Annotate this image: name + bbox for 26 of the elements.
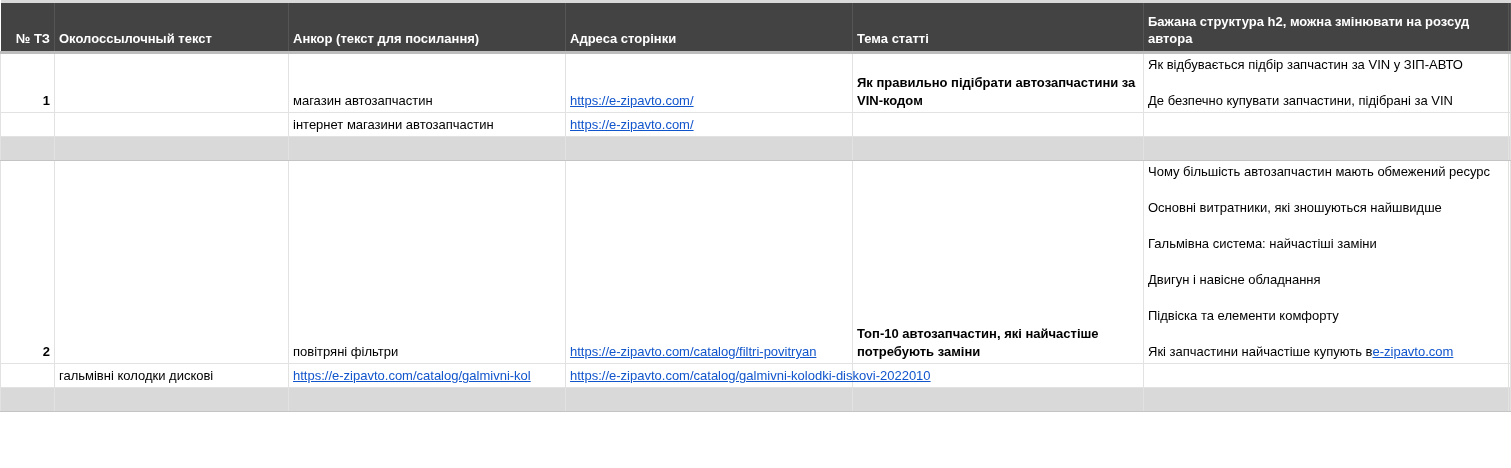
table-cell-text: Підвіска та елементи комфорту (1148, 307, 1340, 325)
table-cell-text: магазин автозапчастин (293, 93, 433, 108)
row-number: 1 (42, 93, 50, 108)
table-cell-text: Чому більшість автозапчастин мають обмежений ресурс (1148, 163, 1492, 181)
table-cell-text: Як відбувається підбір запчастин за VIN у ЗІП-АВТО (1148, 56, 1464, 74)
column-header: Адреса сторінки (565, 1, 853, 53)
link[interactable]: https://e-zipavto.com/catalog/galmivni-kolodki-diskovi-2022010 (570, 368, 931, 383)
table-cell-text: Топ-10 автозапчастин, які найчастіше потребують заміни (857, 326, 1099, 359)
table-cell-text: Як правильно підібрати автозапчастини за VIN-кодом (857, 75, 1136, 108)
column-header: Бажана структура h2, можна змінювати на розсуд автора (1143, 1, 1509, 53)
table-cell-text: інтернет магазини автозапчастин (293, 117, 494, 132)
row-number: 2 (42, 344, 50, 359)
table-cell-text: повітряні фільтри (293, 344, 399, 359)
table-cell-text: Основні витратники, які зношуються найшвидше (1148, 199, 1443, 217)
link[interactable]: https://e-zipavto.com/ (570, 93, 694, 108)
column-header: Тема статті (852, 1, 1144, 53)
link[interactable]: e-zipavto.com (1372, 344, 1454, 359)
table-cell-text: гальмівні колодки дискові (59, 368, 214, 383)
table-cell-text: Двигун і навісне обладнання (1148, 271, 1322, 289)
column-header: Анкор (текст для посилання) (288, 1, 566, 53)
table-cell-text: Які запчастини найчастіше купують вe-zipavto.com (1148, 343, 1455, 361)
column-header: № ТЗ (0, 1, 55, 53)
table-cell-text: Гальмівна система: найчастіші заміни (1148, 235, 1378, 253)
column-header: Околоссылочный текст (54, 1, 289, 53)
table-cell-text: Де безпечно купувати запчастини, підібрані за VIN (1148, 92, 1454, 110)
link[interactable]: https://e-zipavto.com/catalog/filtri-povitryan (570, 344, 817, 359)
